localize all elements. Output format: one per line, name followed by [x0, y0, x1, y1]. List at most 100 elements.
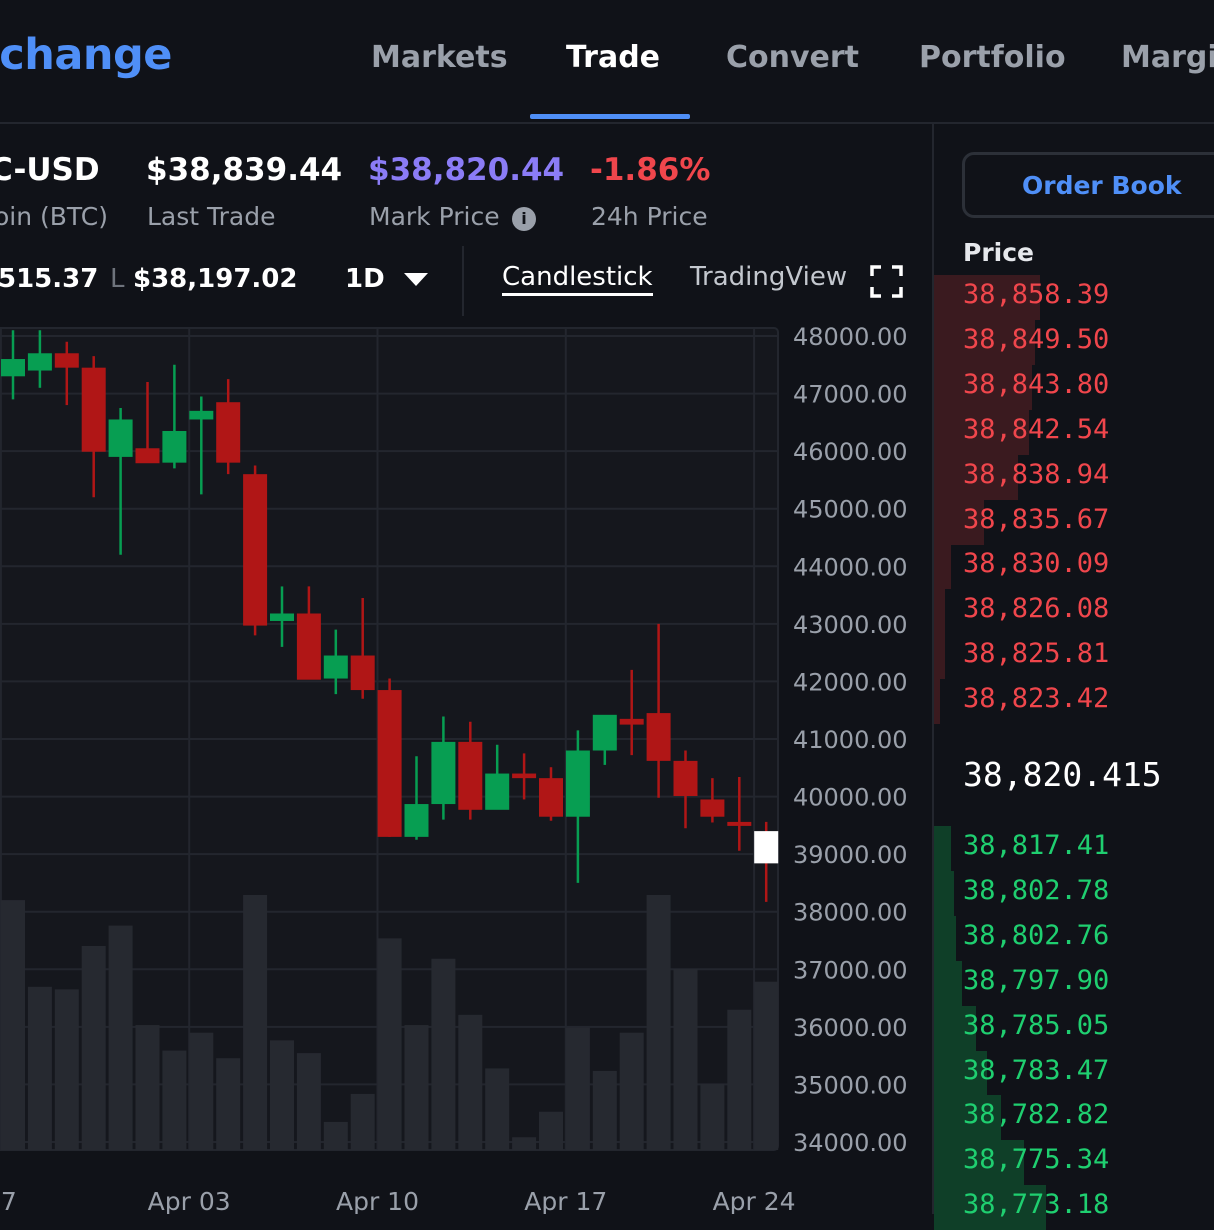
ask-row[interactable]: 38,858.39 — [934, 275, 1214, 320]
ask-row[interactable]: 38,838.94 — [934, 454, 1214, 500]
ask-row[interactable]: 38,825.81 — [934, 634, 1214, 680]
pair-name: oin (BTC) — [0, 202, 108, 231]
last-trade-value: $38,839.44 — [146, 152, 343, 188]
volume-bar — [162, 1050, 187, 1150]
bid-price: 38,773.18 — [963, 1189, 1110, 1221]
ask-row[interactable]: 38,843.80 — [934, 364, 1214, 410]
fullscreen-icon[interactable] — [870, 265, 903, 298]
volume-bar — [539, 1111, 563, 1150]
volume-bar — [754, 981, 779, 1150]
tab-markets[interactable]: Markets — [371, 40, 508, 75]
volume-bar — [431, 958, 456, 1150]
depth-bar — [934, 589, 946, 635]
candle-body — [189, 410, 214, 420]
bid-row[interactable]: 38,783.47 — [934, 1050, 1214, 1096]
tab-margin[interactable]: Margin — [1121, 40, 1214, 75]
y-tick-label: 46000.00 — [793, 438, 908, 466]
y-tick-label: 42000.00 — [793, 668, 908, 696]
orderbook-mid-price: 38,820.415 — [963, 755, 1162, 794]
y-tick-label: 36000.00 — [793, 1014, 908, 1042]
candle-body — [350, 655, 375, 691]
candle-body — [54, 353, 79, 368]
ask-row[interactable]: 38,830.09 — [934, 544, 1214, 590]
price-chart[interactable]: 48000.00 47000.00 46000.00 45000.00 44000.00… — [0, 320, 930, 1214]
tab-tradingview[interactable]: TradingView — [690, 262, 847, 292]
info-icon[interactable]: i — [512, 207, 536, 231]
x-tick-label: 27 — [0, 1187, 17, 1214]
depth-bar — [934, 915, 957, 961]
ask-price: 38,830.09 — [963, 548, 1110, 580]
depth-bar — [934, 544, 951, 590]
y-tick-label: 48000.00 — [793, 323, 908, 351]
ask-row[interactable]: 38,823.42 — [934, 679, 1214, 725]
ask-row[interactable]: 38,849.50 — [934, 319, 1214, 365]
volume-bar — [54, 989, 79, 1150]
depth-bar — [934, 826, 951, 871]
candle-body — [700, 799, 725, 817]
y-tick-label: 35000.00 — [793, 1071, 908, 1099]
bid-price: 38,802.78 — [963, 874, 1110, 906]
interval-select[interactable]: 1D — [345, 264, 428, 294]
y-tick-label: 40000.00 — [793, 784, 908, 812]
volume-bar — [135, 1025, 160, 1150]
candle-body — [431, 741, 456, 805]
depth-bar — [934, 870, 954, 916]
bid-price: 38,802.76 — [963, 919, 1110, 951]
bid-row[interactable]: 38,802.78 — [934, 870, 1214, 916]
y-tick-label: 37000.00 — [793, 956, 908, 984]
candle-body — [243, 474, 268, 626]
y-tick-label: 39000.00 — [793, 841, 908, 869]
order-book-button[interactable]: Order Book — [962, 152, 1214, 218]
candle-body — [323, 655, 348, 679]
candle-body — [619, 718, 644, 725]
y-tick-label: 41000.00 — [793, 726, 908, 754]
tab-candlestick[interactable]: Candlestick — [502, 262, 653, 296]
ask-price: 38,825.81 — [963, 638, 1110, 670]
volume-bar — [646, 895, 671, 1150]
brand-logo[interactable]: xchange — [0, 30, 172, 80]
bid-row[interactable]: 38,773.18 — [934, 1185, 1214, 1230]
volume-bar — [27, 986, 52, 1150]
volume-bar — [108, 925, 133, 1150]
candle-body — [216, 402, 241, 463]
y-tick-label: 45000.00 — [793, 496, 908, 524]
candle-body — [485, 773, 510, 810]
y-tick-label: 34000.00 — [793, 1129, 908, 1157]
candle-body — [135, 448, 160, 464]
low-value: $38,197.02 — [133, 264, 298, 294]
bid-row[interactable]: 38,775.34 — [934, 1140, 1214, 1186]
pair-symbol: C-USD — [0, 152, 100, 188]
mark-price-label: Mark Price — [369, 202, 500, 231]
bid-row[interactable]: 38,817.41 — [934, 826, 1214, 871]
interval-label: 1D — [345, 264, 385, 294]
bid-row[interactable]: 38,797.90 — [934, 960, 1214, 1006]
tab-portfolio[interactable]: Portfolio — [919, 40, 1066, 75]
tab-trade[interactable]: Trade — [566, 40, 660, 75]
chevron-down-icon — [403, 272, 428, 286]
change-24h-label: 24h Price — [591, 202, 708, 231]
volume-bar — [512, 1137, 537, 1150]
volume-bar — [700, 1083, 725, 1150]
bid-row[interactable]: 38,785.05 — [934, 1005, 1214, 1051]
volume-bar — [296, 1053, 321, 1150]
volume-bar — [727, 1009, 752, 1150]
candle-body — [270, 613, 294, 621]
y-tick-label: 47000.00 — [793, 381, 908, 409]
ask-row[interactable]: 38,835.67 — [934, 499, 1214, 545]
candle-body — [377, 690, 402, 837]
tab-convert[interactable]: Convert — [726, 40, 859, 75]
candle-body — [592, 714, 617, 751]
volume-bar — [377, 938, 402, 1150]
ask-price: 38,823.42 — [963, 683, 1110, 715]
bid-row[interactable]: 38,782.82 — [934, 1095, 1214, 1141]
candle-body — [404, 804, 429, 837]
y-tick-label: 43000.00 — [793, 611, 908, 639]
x-tick-label: Apr 17 — [524, 1187, 607, 1214]
ask-row[interactable]: 38,826.08 — [934, 589, 1214, 635]
candle-body — [81, 367, 106, 452]
volume-bar — [619, 1032, 644, 1150]
ask-row[interactable]: 38,842.54 — [934, 409, 1214, 455]
bid-price: 38,782.82 — [963, 1099, 1110, 1131]
x-tick-label: Apr 24 — [713, 1187, 796, 1214]
bid-row[interactable]: 38,802.76 — [934, 915, 1214, 961]
